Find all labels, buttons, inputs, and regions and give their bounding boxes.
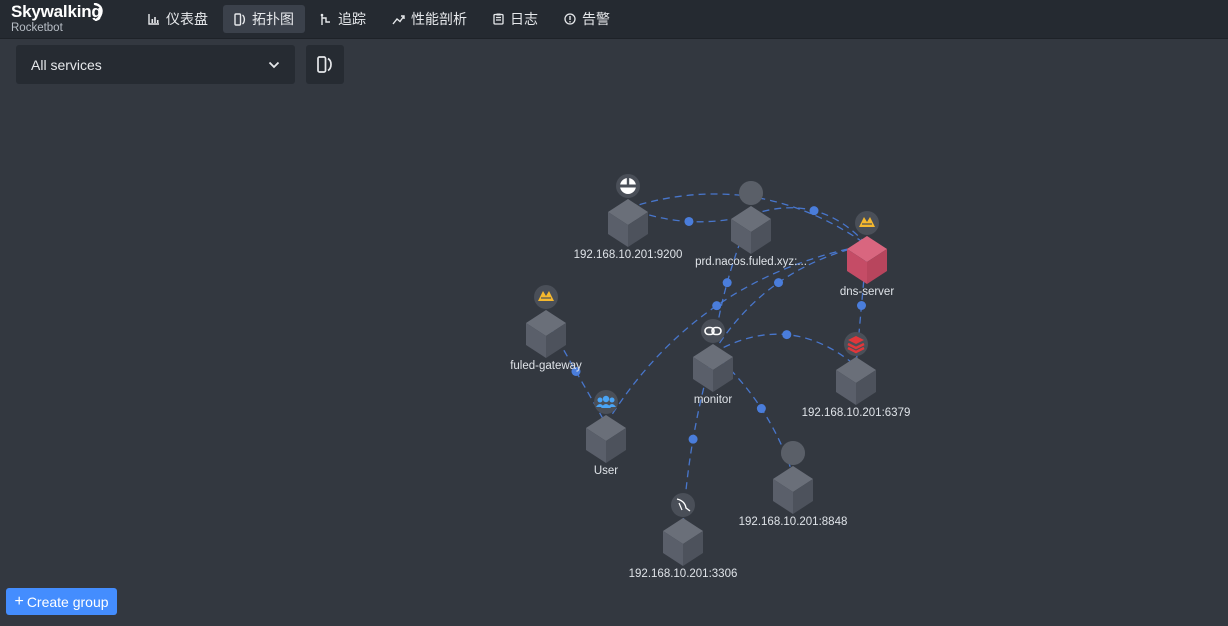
edge-midpoint-dot[interactable]: [756, 404, 766, 414]
node-label: User: [594, 465, 618, 477]
edge-line: [712, 333, 857, 367]
topology-node-gateway[interactable]: fuled-gateway: [510, 285, 582, 372]
unknown-icon: [781, 441, 805, 465]
tomcat-icon: [855, 211, 879, 235]
topology-icon: [317, 56, 332, 73]
topology-node-es[interactable]: 192.168.10.201:9200: [574, 174, 683, 261]
elasticsearch-icon: [616, 174, 640, 198]
create-group-button[interactable]: + Create group: [6, 588, 117, 615]
service-group-select[interactable]: All services: [16, 45, 295, 84]
node-label: 192.168.10.201:9200: [574, 249, 683, 261]
node-label: 192.168.10.201:6379: [802, 407, 911, 419]
node-label: monitor: [694, 394, 733, 406]
tomcat-icon: [534, 285, 558, 309]
link-icon: [701, 319, 725, 343]
unknown-icon: [739, 181, 763, 205]
topology-node-dns[interactable]: dns-server: [840, 211, 894, 298]
node-label: 192.168.10.201:8848: [739, 516, 848, 528]
edge-midpoint-dot[interactable]: [857, 301, 866, 310]
topology-node-redis[interactable]: 192.168.10.201:6379: [802, 332, 911, 419]
service-group-select-value: All services: [31, 56, 102, 73]
node-label: dns-server: [840, 286, 894, 298]
mysql-icon: [671, 493, 695, 517]
topology-edge[interactable]: [605, 244, 868, 425]
edge-midpoint-dot[interactable]: [722, 278, 732, 288]
topology-nodes: 192.168.10.201:9200 prd.nacos.fuled.xyz:.…: [510, 174, 910, 580]
redis-icon: [844, 332, 868, 356]
edge-midpoint-dot[interactable]: [684, 216, 694, 226]
topology-graph[interactable]: 192.168.10.201:9200 prd.nacos.fuled.xyz:.…: [0, 0, 1228, 626]
edge-midpoint-dot[interactable]: [774, 278, 784, 288]
create-group-label: Create group: [26, 593, 109, 610]
edge-midpoint-dot[interactable]: [809, 206, 819, 216]
topology-settings-button[interactable]: [306, 45, 344, 84]
topology-edge[interactable]: [712, 330, 857, 367]
user-group-icon: [594, 390, 618, 414]
edge-line: [605, 244, 868, 425]
chevron-down-icon: [268, 61, 280, 68]
topology-node-nacos2[interactable]: 192.168.10.201:8848: [739, 441, 848, 528]
node-label: fuled-gateway: [510, 360, 582, 372]
edge-midpoint-dot[interactable]: [712, 301, 722, 311]
node-label: prd.nacos.fuled.xyz:...: [695, 256, 807, 268]
edge-midpoint-dot[interactable]: [782, 330, 792, 340]
plus-icon: +: [14, 592, 24, 610]
edge-midpoint-dot[interactable]: [688, 434, 698, 444]
node-label: 192.168.10.201:3306: [629, 568, 738, 580]
topology-node-mysql[interactable]: 192.168.10.201:3306: [629, 493, 738, 580]
